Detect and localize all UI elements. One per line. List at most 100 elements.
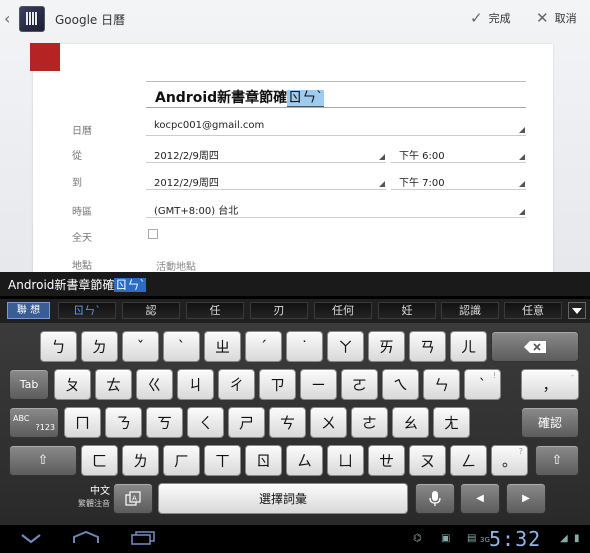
key[interactable]: ㄧ <box>300 369 337 400</box>
key[interactable]: ㄓ <box>204 331 241 362</box>
keyboard-settings-icon: A <box>125 490 141 506</box>
candidate-item[interactable]: 任何 <box>314 302 372 319</box>
keyboard: ㄅ ㄉ ˇ ˋ ㄓ ˊ ˙ ㄚ ㄞ ㄢ ㄦ Tab ㄆ ㄊ ㄍ ㄐ ㄔ ㄗ ㄧ … <box>0 323 590 525</box>
location-input[interactable]: 活動地點 <box>156 258 196 273</box>
shift-icon: ⇧ <box>37 453 49 468</box>
key[interactable]: ㄈ <box>81 445 118 476</box>
calendar-label: 日曆 <box>72 126 92 137</box>
cursor-right-key[interactable]: ▶ <box>506 483 546 514</box>
key-glyph: 。 <box>501 452 517 470</box>
key[interactable]: ， - <box>521 369 579 400</box>
dropdown-triangle-icon <box>519 209 525 215</box>
cancel-button[interactable]: ✕ 取消 <box>536 9 577 27</box>
confirm-key[interactable]: 確認 <box>521 407 579 438</box>
key[interactable]: ˊ <box>245 331 282 362</box>
to-time-select[interactable]: 下午 7:00 <box>391 170 526 190</box>
key[interactable]: ㄐ <box>177 369 214 400</box>
to-time-value: 下午 7:00 <box>399 178 445 189</box>
key[interactable]: ˙ <box>286 331 323 362</box>
key[interactable]: ㄒ <box>204 445 241 476</box>
calendar-app-icon[interactable] <box>19 6 45 32</box>
key[interactable]: ㄥ <box>450 445 487 476</box>
key[interactable]: 。? <box>491 445 528 476</box>
abc-switch-key[interactable]: ABC ?123 <box>9 407 59 438</box>
key[interactable]: ㄏ <box>163 445 200 476</box>
candidate-item[interactable]: 認識 <box>441 302 499 319</box>
key[interactable]: ㄞ <box>368 331 405 362</box>
calendar-select[interactable]: kocpc001@gmail.com <box>146 116 526 136</box>
action-bar: ‹ Google 日曆 ✓ 完成 ✕ 取消 <box>0 0 590 36</box>
from-date-value: 2012/2/9周四 <box>154 151 219 162</box>
key[interactable]: ㄡ <box>409 445 446 476</box>
allday-checkbox[interactable] <box>148 229 158 239</box>
key[interactable]: ㄔ <box>218 369 255 400</box>
key[interactable]: ㄕ <box>228 407 265 438</box>
key[interactable]: ˋ <box>163 331 200 362</box>
candidate-item[interactable]: 刃 <box>250 302 308 319</box>
dropdown-triangle-icon <box>519 181 525 187</box>
key[interactable]: ㄣ <box>423 369 460 400</box>
from-time-select[interactable]: 下午 6:00 <box>391 143 526 163</box>
to-label: 到 <box>72 178 82 189</box>
space-key[interactable]: 選擇詞彙 <box>158 483 408 514</box>
key-glyph: ˋ <box>478 375 487 394</box>
candidate-item[interactable]: 妊 <box>378 302 436 319</box>
key[interactable]: ㄅ <box>40 331 77 362</box>
language-switch[interactable]: 中文 繁體注音 <box>60 485 110 516</box>
key[interactable]: ㄉ <box>81 331 118 362</box>
hide-keyboard-icon[interactable] <box>20 531 42 549</box>
shift-key-left[interactable]: ⇧ <box>9 445 77 476</box>
key[interactable]: ㄜ <box>351 407 388 438</box>
association-toggle-button[interactable]: 聯 想 <box>7 302 50 319</box>
key[interactable]: ㄠ <box>392 407 429 438</box>
more-candidates-button[interactable] <box>568 302 586 319</box>
cursor-left-key[interactable]: ◀ <box>460 483 500 514</box>
settings-key[interactable]: A <box>113 483 153 514</box>
tab-key[interactable]: Tab <box>9 369 49 400</box>
key[interactable]: ㄛ <box>341 369 378 400</box>
key[interactable]: ㄎ <box>146 407 183 438</box>
ime-panel: Android新書章節確ㄖㄣˋ 聯 想 ㄖㄣˋ 認 任 刃 任何 妊 認識 任意… <box>0 272 590 553</box>
key[interactable]: ㄝ <box>368 445 405 476</box>
key[interactable]: ㄢ <box>409 331 446 362</box>
home-icon[interactable] <box>72 530 100 549</box>
key[interactable]: ˇ <box>122 331 159 362</box>
key[interactable]: ㄘ <box>269 407 306 438</box>
key[interactable]: ㄤ <box>433 407 470 438</box>
to-date-select[interactable]: 2012/2/9周四 <box>146 170 386 190</box>
key[interactable]: ˋ! <box>464 369 501 400</box>
key[interactable]: ㄗ <box>259 369 296 400</box>
battery-icon: ▮ <box>574 533 580 544</box>
timezone-select[interactable]: (GMT+8:00) 台北 <box>146 198 526 218</box>
key[interactable]: ㄌ <box>122 445 159 476</box>
candidate-item[interactable]: 任意 <box>504 302 562 319</box>
key[interactable]: ㄖ <box>245 445 282 476</box>
key[interactable]: ㄨ <box>310 407 347 438</box>
key[interactable]: ㄋ <box>105 407 142 438</box>
backspace-key[interactable] <box>491 331 579 362</box>
candidate-item[interactable]: 任 <box>186 302 244 319</box>
key[interactable]: ㄩ <box>327 445 364 476</box>
event-title-input[interactable]: Android新書章節確ㄖㄣˋ <box>146 81 526 108</box>
key[interactable]: ㄊ <box>95 369 132 400</box>
key-hint: ! <box>492 371 496 380</box>
key[interactable]: ㄇ <box>64 407 101 438</box>
recent-apps-icon[interactable] <box>130 531 156 549</box>
event-color-swatch[interactable] <box>30 43 60 71</box>
from-date-select[interactable]: 2012/2/9周四 <box>146 143 386 163</box>
voice-key[interactable] <box>415 483 455 514</box>
candidate-item[interactable]: 認 <box>122 302 180 319</box>
key[interactable]: ㄍ <box>136 369 173 400</box>
shift-icon: ⇧ <box>551 453 563 468</box>
key[interactable]: ㄙ <box>286 445 323 476</box>
done-button[interactable]: ✓ 完成 <box>470 9 511 27</box>
abc-label: ABC <box>13 413 30 423</box>
key[interactable]: ㄟ <box>382 369 419 400</box>
key[interactable]: ㄦ <box>450 331 487 362</box>
shift-key-right[interactable]: ⇧ <box>535 445 579 476</box>
key[interactable]: ㄆ <box>54 369 91 400</box>
candidate-item[interactable]: ㄖㄣˋ <box>58 302 116 319</box>
key[interactable]: ㄚ <box>327 331 364 362</box>
key[interactable]: ㄑ <box>187 407 224 438</box>
back-chevron-icon[interactable]: ‹ <box>4 9 10 28</box>
